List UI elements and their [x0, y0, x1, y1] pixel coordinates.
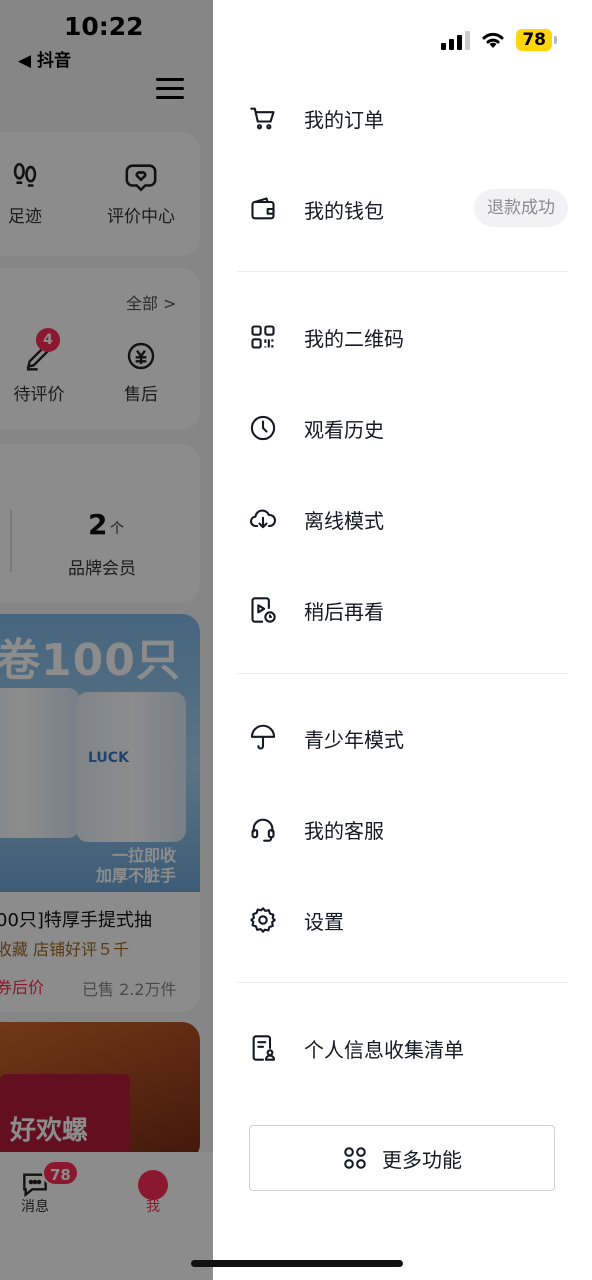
- footprints-shortcut[interactable]: 足迹: [0, 160, 70, 227]
- menu-label: 我的订单: [304, 107, 384, 132]
- battery-indicator: 78: [516, 29, 557, 51]
- cellular-signal-icon: [441, 30, 471, 50]
- personal-info-doc-icon: [252, 1035, 276, 1061]
- brand-member-unit: 个: [110, 521, 124, 537]
- back-to-douyin-link[interactable]: ◀ 抖音: [18, 46, 71, 71]
- product-sold-count: 已售 2.2万件: [82, 980, 177, 999]
- slogan-line-1: 一拉即收: [112, 846, 177, 865]
- menu-label: 观看历史: [304, 417, 384, 442]
- menu-label: 稍后再看: [304, 599, 384, 624]
- menu-customer-service[interactable]: 我的客服: [213, 801, 592, 857]
- footprints-label: 足迹: [8, 207, 42, 227]
- tab-messages[interactable]: 消息: [5, 1196, 65, 1216]
- clock-icon: [250, 415, 276, 441]
- menu-label: 我的二维码: [304, 326, 404, 351]
- qr-code-icon: [251, 325, 275, 349]
- status-time: 10:22: [64, 12, 144, 41]
- messages-badge: 78: [42, 1160, 79, 1186]
- review-heart-icon: [125, 164, 157, 192]
- footprints-icon: [13, 162, 37, 187]
- menu-settings[interactable]: 设置: [213, 892, 592, 948]
- brand-member-label[interactable]: 品牌会员: [68, 554, 136, 579]
- product-image: 卷100只 LUCK 一拉即收 加厚不脏手: [0, 614, 200, 892]
- more-features-label: 更多功能: [382, 1147, 462, 1172]
- menu-my-wallet[interactable]: 我的钱包 退款成功: [213, 181, 592, 237]
- menu-label: 个人信息收集清单: [304, 1037, 464, 1062]
- review-center-shortcut[interactable]: 评价中心: [96, 160, 186, 227]
- menu-personal-info-list[interactable]: 个人信息收集清单: [213, 1020, 592, 1076]
- product-name: 00只]特厚手提式抽: [0, 910, 152, 931]
- product-banner-text: 卷100只: [0, 635, 181, 686]
- menu-label: 设置: [304, 909, 344, 934]
- wallet-icon: [251, 197, 275, 220]
- watch-later-icon: [251, 597, 276, 623]
- slogan-line-2: 加厚不脏手: [96, 866, 177, 885]
- tab-me[interactable]: 我: [123, 1196, 183, 1216]
- product-tags: 收藏 店铺好评５千: [0, 940, 130, 959]
- product-card-2[interactable]: 好欢螺: [0, 1022, 200, 1162]
- product-can-image: LUCK: [76, 692, 186, 842]
- product-slogan: 一拉即收 加厚不脏手: [96, 846, 176, 886]
- menu-watch-history[interactable]: 观看历史: [213, 400, 592, 456]
- menu-label: 我的钱包: [304, 198, 384, 223]
- section-divider: [237, 673, 568, 674]
- menu-my-qr-code[interactable]: 我的二维码: [213, 309, 592, 365]
- review-center-label: 评价中心: [107, 207, 175, 227]
- shortcuts-card: 足迹 评价中心: [0, 132, 200, 256]
- menu-my-orders[interactable]: 我的订单: [213, 90, 592, 146]
- divider: [10, 510, 12, 572]
- product-can-image: [0, 688, 80, 838]
- section-divider: [237, 271, 568, 272]
- more-features-button[interactable]: 更多功能: [249, 1125, 555, 1191]
- all-orders-link[interactable]: 全部 >: [126, 290, 177, 314]
- menu-label: 青少年模式: [304, 727, 404, 752]
- pending-review-label: 待评价: [13, 385, 65, 405]
- menu-offline-mode[interactable]: 离线模式: [213, 491, 592, 547]
- product-price-label: 券后价: [0, 978, 45, 997]
- menu-watch-later[interactable]: 稍后再看: [213, 582, 592, 638]
- section-divider: [237, 982, 568, 983]
- grid-icon: [344, 1147, 366, 1169]
- refund-success-badge: 退款成功: [474, 189, 568, 227]
- after-sales-label: 售后: [124, 385, 158, 405]
- product-card[interactable]: 卷100只 LUCK 一拉即收 加厚不脏手 00只]特厚手提式抽 收藏 店铺好评…: [0, 614, 200, 1012]
- headset-icon: [251, 818, 275, 842]
- umbrella-icon: [250, 724, 276, 750]
- refund-icon: [127, 342, 155, 370]
- background-page: 10:22 ◀ 抖音 足迹 评价中心 全部 > 待评价 4 售后 2 个 品牌会…: [0, 0, 213, 1280]
- status-bar: 78: [441, 26, 557, 54]
- home-indicator[interactable]: [191, 1260, 403, 1267]
- product-2-image-text: 好欢螺: [10, 1116, 89, 1146]
- hamburger-menu-icon[interactable]: [156, 78, 184, 100]
- wifi-icon: [482, 32, 504, 48]
- side-drawer: 78 我的订单 我的钱包 退款成功 我的二维码 观看历史 离线模式 稍后再看 青…: [213, 0, 592, 1280]
- after-sales-item[interactable]: 售后: [96, 340, 186, 405]
- cloud-download-icon: [250, 509, 277, 529]
- menu-label: 离线模式: [304, 508, 384, 533]
- product-can-label: LUCK: [88, 750, 129, 766]
- pending-review-badge: 4: [36, 328, 60, 352]
- brand-member-count: 2: [88, 508, 108, 541]
- cart-icon: [250, 107, 275, 130]
- menu-label: 我的客服: [304, 818, 384, 843]
- menu-teen-mode[interactable]: 青少年模式: [213, 710, 592, 766]
- settings-gear-icon: [250, 907, 276, 933]
